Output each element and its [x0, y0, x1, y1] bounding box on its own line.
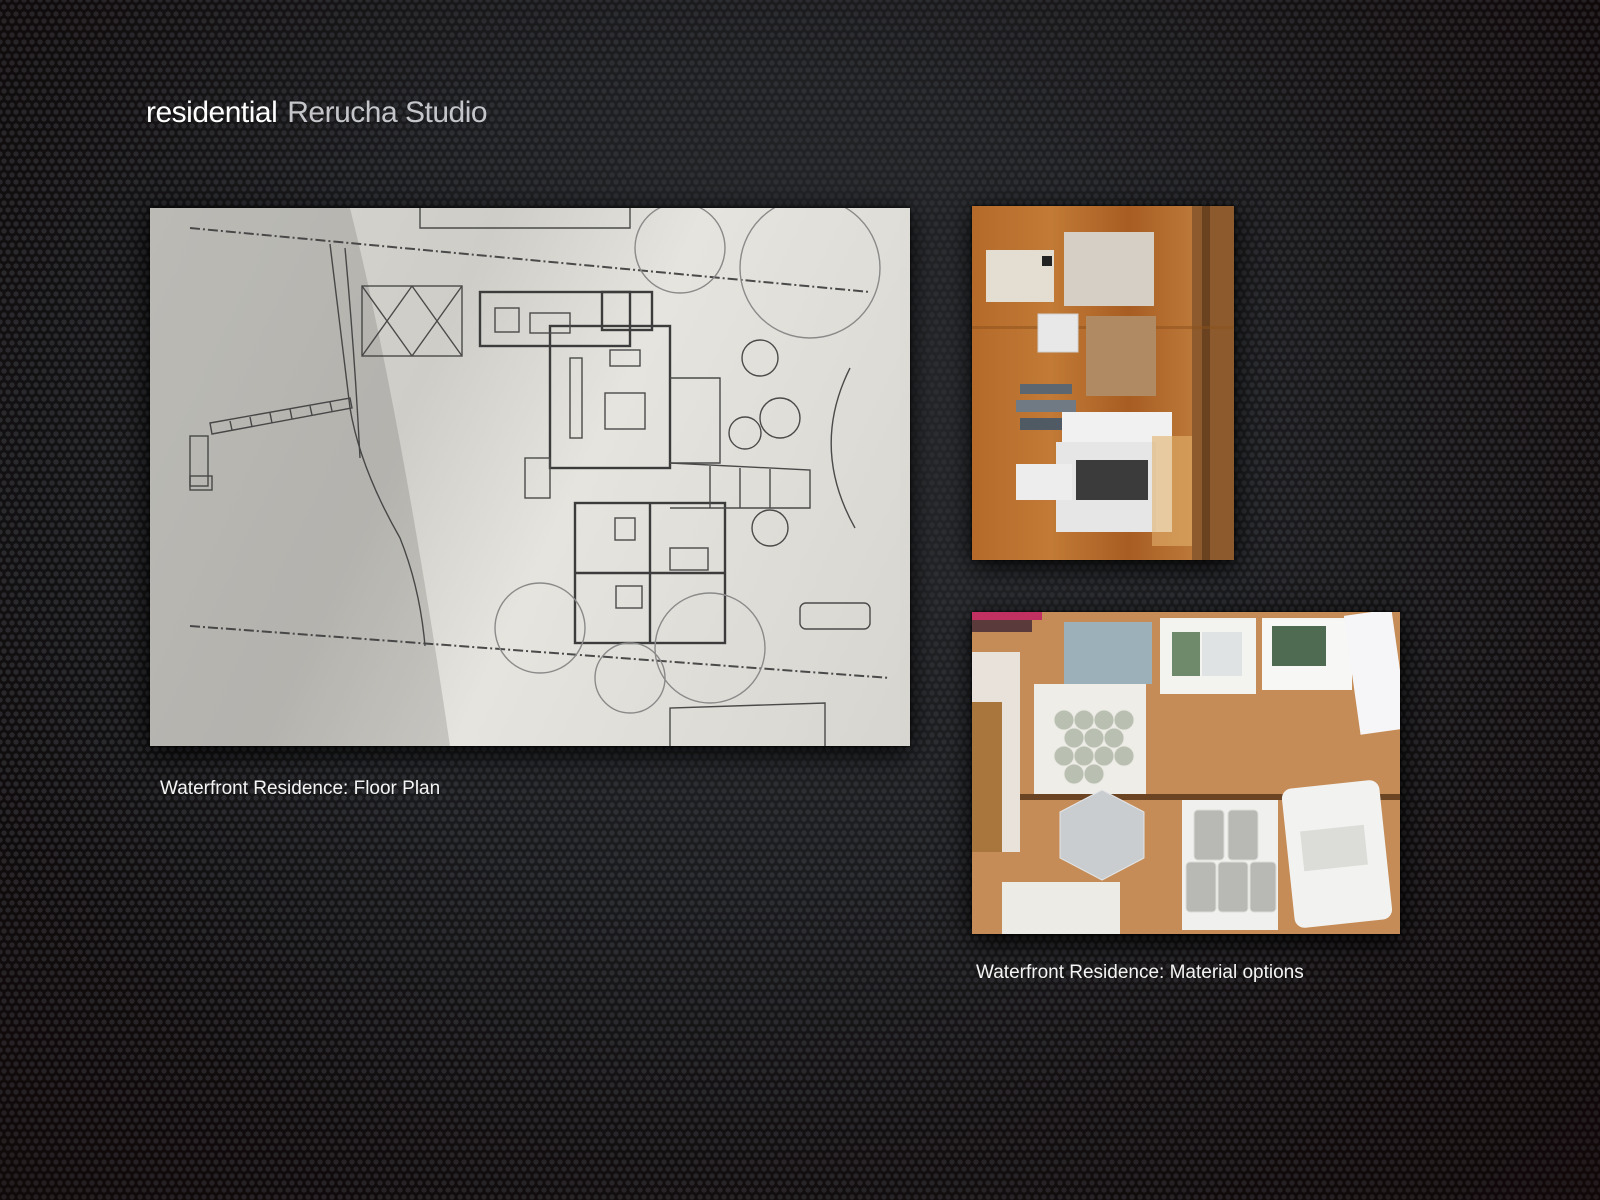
material-swatches-image[interactable]	[972, 206, 1234, 560]
category-label: residential	[146, 96, 278, 129]
material-swatches-photo	[972, 206, 1234, 560]
page-title: residential Rerucha Studio	[146, 96, 488, 130]
floor-plan-drawing	[150, 208, 891, 746]
studio-name: Rerucha Studio	[287, 96, 488, 129]
floor-plan-caption: Waterfront Residence: Floor Plan	[160, 778, 441, 799]
floor-plan-image[interactable]	[150, 208, 910, 746]
material-options-caption: Waterfront Residence: Material options	[976, 962, 1304, 983]
tile-samples-photo	[972, 612, 1400, 934]
tile-samples-image[interactable]	[972, 612, 1400, 934]
